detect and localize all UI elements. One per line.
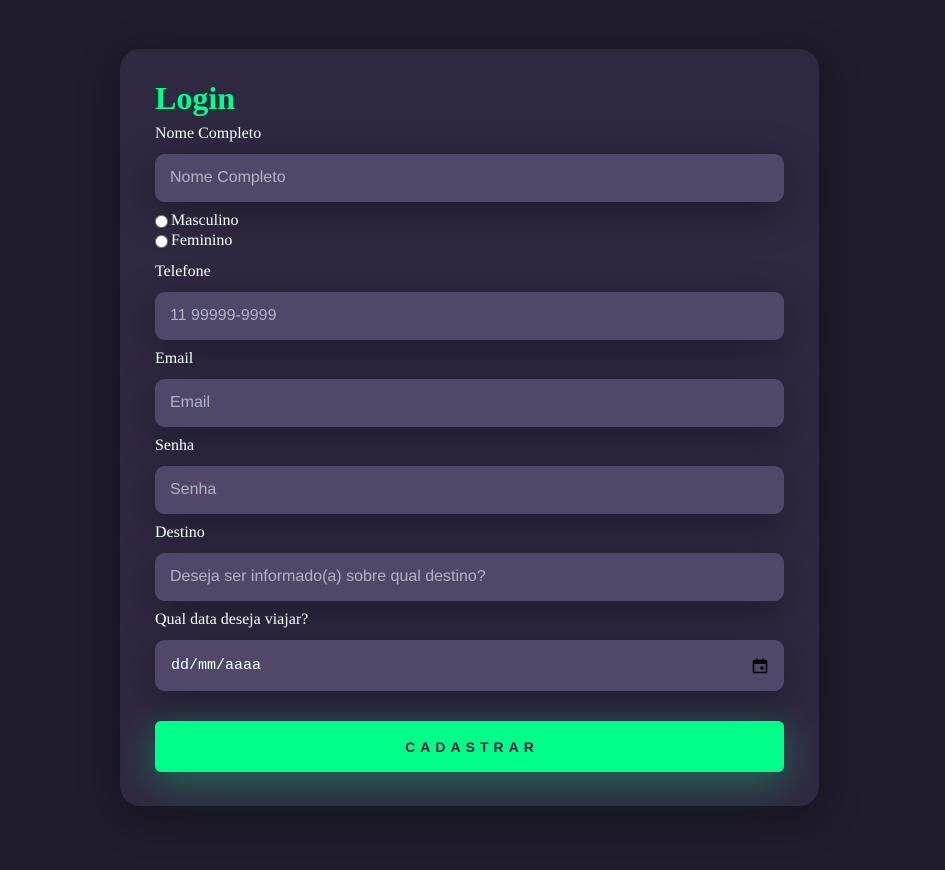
email-label: Email	[155, 350, 194, 367]
full-name-input[interactable]	[155, 154, 784, 202]
destination-label: Destino	[155, 524, 205, 541]
email-input[interactable]	[155, 379, 784, 427]
female-radio[interactable]	[155, 234, 168, 248]
travel-date-input[interactable]: dd/mm/aaaa	[155, 640, 784, 691]
calendar-icon[interactable]	[752, 658, 768, 674]
password-input[interactable]	[155, 466, 784, 514]
phone-label: Telefone	[155, 263, 211, 280]
phone-input[interactable]	[155, 292, 784, 340]
full-name-label: Nome Completo	[155, 125, 262, 142]
signup-card: Login Nome Completo Masculino Feminino T…	[120, 49, 819, 806]
male-radio-label: Masculino	[171, 212, 239, 229]
gender-option-female[interactable]: Feminino	[155, 231, 784, 251]
female-radio-label: Feminino	[171, 232, 233, 249]
destination-input[interactable]	[155, 553, 784, 601]
travel-date-placeholder: dd/mm/aaaa	[171, 657, 262, 674]
gender-radio-group: Masculino Feminino	[155, 211, 784, 251]
register-button[interactable]: Cadastrar	[155, 721, 784, 772]
male-radio[interactable]	[155, 214, 168, 228]
password-label: Senha	[155, 437, 195, 454]
gender-option-male[interactable]: Masculino	[155, 211, 784, 231]
form-title: Login	[155, 80, 236, 116]
travel-date-label: Qual data deseja viajar?	[155, 611, 309, 628]
